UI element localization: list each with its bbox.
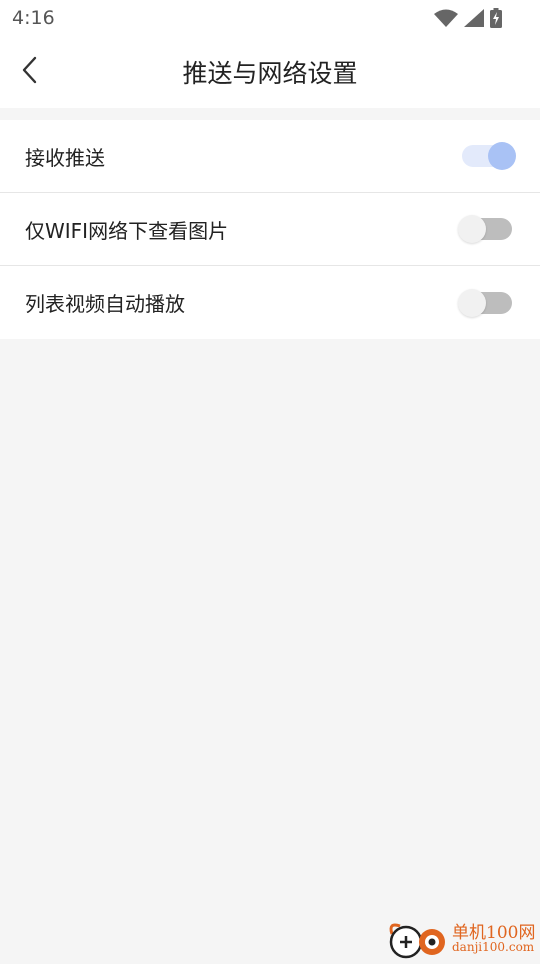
status-bar: 4:16 — [0, 0, 540, 36]
toggle-knob — [458, 215, 486, 243]
status-time: 4:16 — [12, 7, 55, 29]
setting-row-wifi-images: 仅WIFI网络下查看图片 — [0, 193, 540, 266]
status-icons — [434, 8, 502, 28]
autoplay-video-toggle[interactable] — [462, 292, 512, 314]
setting-row-autoplay-video: 列表视频自动播放 — [0, 266, 540, 339]
wifi-icon — [434, 9, 458, 27]
wifi-only-images-toggle[interactable] — [462, 218, 512, 240]
receive-push-toggle[interactable] — [462, 145, 512, 167]
settings-list: 接收推送 仅WIFI网络下查看图片 列表视频自动播放 — [0, 120, 540, 339]
watermark: 单机100网 danji100.com — [386, 916, 538, 960]
toggle-knob — [488, 142, 516, 170]
page-title: 推送与网络设置 — [0, 54, 540, 90]
toggle-knob — [458, 289, 486, 317]
setting-label: 仅WIFI网络下查看图片 — [25, 215, 228, 244]
cellular-signal-icon — [464, 9, 484, 27]
setting-row-receive-push: 接收推送 — [0, 120, 540, 193]
setting-label: 接收推送 — [25, 142, 105, 171]
battery-charging-icon — [490, 8, 502, 28]
watermark-logo-icon — [386, 920, 450, 960]
app-bar: 推送与网络设置 — [0, 36, 540, 108]
setting-label: 列表视频自动播放 — [25, 288, 185, 317]
watermark-site: danji100.com — [452, 940, 534, 954]
